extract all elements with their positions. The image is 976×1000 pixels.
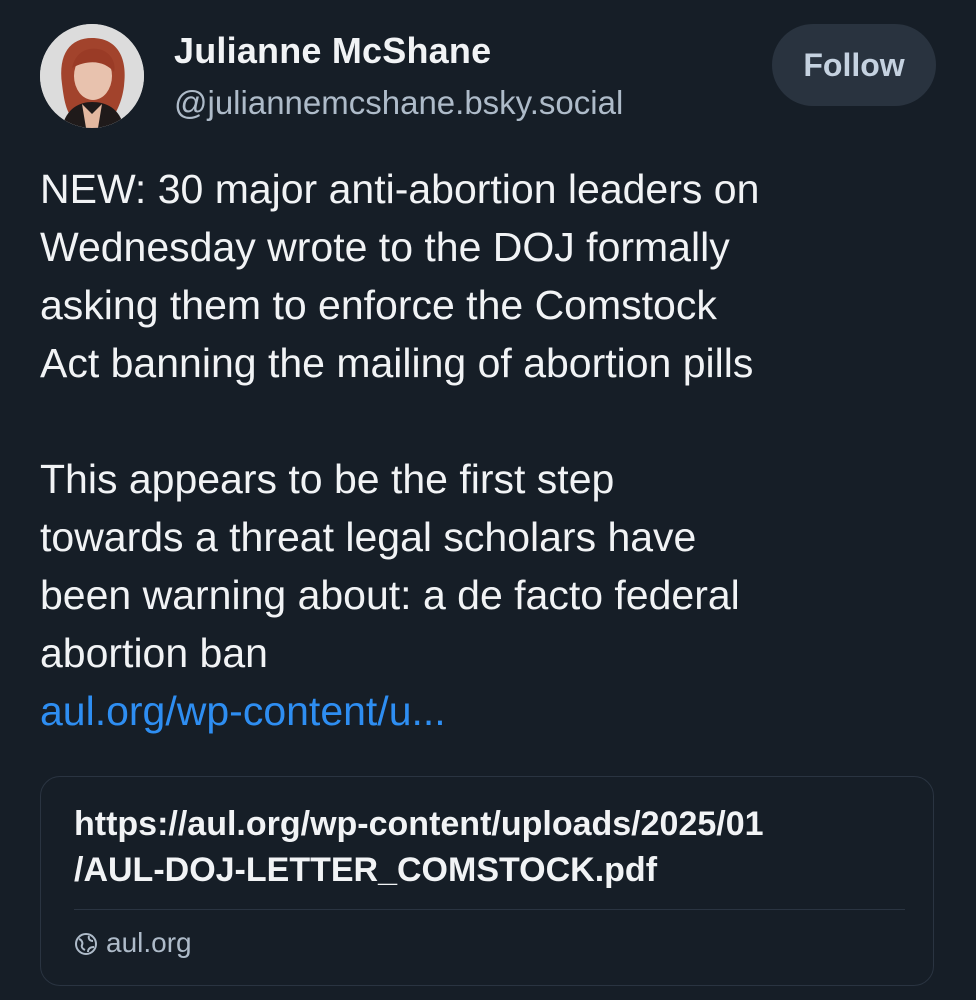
post-text-line: been warning about: a de facto federal <box>40 572 740 618</box>
link-preview-card[interactable]: https://aul.org/wp-content/uploads/2025/… <box>40 776 934 986</box>
link-preview-domain: aul.org <box>74 927 192 959</box>
post-text: NEW: 30 major anti-abortion leaders on W… <box>40 160 960 740</box>
avatar[interactable] <box>40 24 144 128</box>
post-text-line: NEW: 30 major anti-abortion leaders on <box>40 166 760 212</box>
post-text-line: abortion ban <box>40 630 268 676</box>
post-text-line: asking them to enforce the Comstock <box>40 282 717 328</box>
globe-icon <box>74 931 98 955</box>
post-text-line: Act banning the mailing of abortion pill… <box>40 340 754 386</box>
post-card: Julianne McShane @juliannemcshane.bsky.s… <box>0 0 976 1000</box>
post-text-line: This appears to be the first step <box>40 456 615 502</box>
post-text-line: Wednesday wrote to the DOJ formally <box>40 224 730 270</box>
author-handle[interactable]: @juliannemcshane.bsky.social <box>174 84 623 122</box>
follow-button[interactable]: Follow <box>772 24 936 106</box>
avatar-photo-icon <box>40 24 144 128</box>
post-link[interactable]: aul.org/wp-content/u... <box>40 682 960 740</box>
link-preview-url: https://aul.org/wp-content/uploads/2025/… <box>74 801 914 893</box>
divider <box>74 909 905 910</box>
author-display-name[interactable]: Julianne McShane <box>174 30 491 72</box>
post-text-line: towards a threat legal scholars have <box>40 514 697 560</box>
link-preview-domain-text: aul.org <box>106 927 192 958</box>
link-preview-url-line: https://aul.org/wp-content/uploads/2025/… <box>74 805 764 843</box>
link-preview-url-line: /AUL-DOJ-LETTER_COMSTOCK.pdf <box>74 851 658 889</box>
